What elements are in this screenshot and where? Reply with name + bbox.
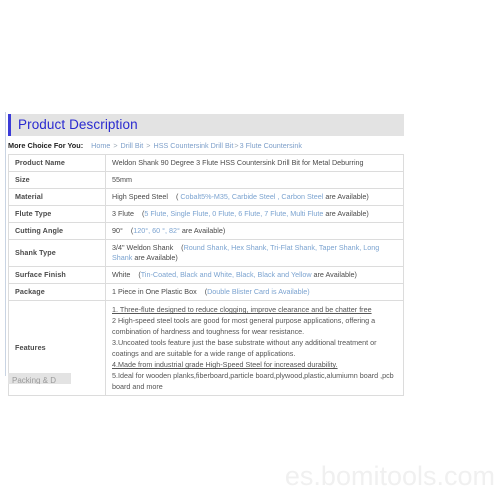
feature-item-5: 5.Ideal for wooden planks,fiberboard,par… [112, 371, 394, 391]
breadcrumb: More Choice For You: Home > Drill Bit > … [8, 140, 404, 151]
spec-value-main: 3/4" Weldon Shank [112, 243, 174, 252]
spec-value-main: 1 Piece in One Plastic Box [112, 287, 197, 296]
spec-key-shank-type: Shank Type [8, 239, 106, 267]
spec-key-size: Size [8, 171, 106, 189]
spec-value-flute-type: 3 Flute (5 Flute, Single Flute, 0 Flute, … [105, 205, 404, 223]
spec-value-surface-finish: White (Tin-Coated, Black and White, Black… [105, 266, 404, 284]
breadcrumb-item-hss-countersink-drill-bit[interactable]: HSS Countersink Drill Bit [154, 141, 234, 150]
table-row: Cutting Angle 90° (120°, 60 °, 82° are Av… [8, 222, 404, 240]
table-row: Size 55mm [8, 171, 404, 189]
next-section-header-label: Packing & D [12, 376, 57, 385]
product-description-content: Product Description More Choice For You:… [8, 114, 404, 396]
spec-value-size: 55mm [105, 171, 404, 189]
spec-key-product-name: Product Name [8, 154, 106, 172]
table-row: Product Name Weldon Shank 90 Degree 3 Fl… [8, 154, 404, 172]
spec-alt-suffix: are Available) [132, 253, 178, 262]
spec-value-alternatives: 5 Flute, Single Flute, 0 Flute, 6 Flute,… [144, 209, 324, 218]
spec-key-package: Package [8, 283, 106, 301]
product-description-page: Product Description More Choice For You:… [0, 0, 500, 500]
breadcrumb-label: More Choice For You: [8, 141, 84, 150]
spec-alt-suffix: are Available) [179, 226, 226, 235]
spec-value-main: 55mm [112, 175, 132, 184]
feature-item-2: 2 High-speed steel tools are good for mo… [112, 316, 376, 336]
next-section-header-cutoff: Packing & D [8, 373, 71, 384]
feature-item-3: 3.Uncoated tools feature just the base s… [112, 338, 377, 358]
table-row: Shank Type 3/4" Weldon Shank (Round Shank… [8, 239, 404, 267]
page-title: Product Description [18, 117, 138, 132]
spec-value-main: Weldon Shank 90 Degree 3 Flute HSS Count… [112, 158, 364, 167]
site-watermark: es.bomitools.com [284, 461, 495, 491]
spec-value-product-name: Weldon Shank 90 Degree 3 Flute HSS Count… [105, 154, 404, 172]
table-row: Surface Finish White (Tin-Coated, Black a… [8, 266, 404, 284]
spec-value-main: 3 Flute [112, 209, 134, 218]
spec-value-features: 1. Three-flute designed to reduce cloggi… [105, 300, 404, 396]
spec-key-cutting-angle: Cutting Angle [8, 222, 106, 240]
spec-value-main: High Speed Steel [112, 192, 168, 201]
spec-value-main: White [112, 270, 131, 279]
spec-value-alternatives: 120°, 60 °, 82° [133, 226, 180, 235]
spec-value-cutting-angle: 90° (120°, 60 °, 82° are Available) [105, 222, 404, 240]
table-row: Material High Speed Steel( Cobalt5%-M35,… [8, 188, 404, 206]
table-row: Package 1 Piece in One Plastic Box (Doubl… [8, 283, 404, 301]
breadcrumb-item-3-flute-countersink[interactable]: 3 Flute Countersink [240, 141, 302, 150]
spec-value-alternatives: Double Blister Card is Available) [207, 287, 310, 296]
spec-alt-suffix: are Available) [323, 209, 369, 218]
product-spec-table: Product Name Weldon Shank 90 Degree 3 Fl… [8, 154, 404, 396]
feature-item-1: 1. Three-flute designed to reduce cloggi… [112, 305, 372, 314]
spec-value-alternatives: Cobalt5%-M35, Carbide Steel , Carbon Ste… [180, 192, 324, 201]
section-header: Product Description [8, 114, 404, 136]
breadcrumb-separator-1: > [113, 141, 118, 150]
spec-value-shank-type: 3/4" Weldon Shank (Round Shank, Hex Shank… [105, 239, 404, 267]
breadcrumb-item-drill-bit[interactable]: Drill Bit [121, 141, 144, 150]
breadcrumb-item-home[interactable]: Home [91, 141, 110, 150]
spec-table-body: Product Name Weldon Shank 90 Degree 3 Fl… [8, 154, 404, 396]
spec-value-main: 90° [112, 226, 123, 235]
spec-key-surface-finish: Surface Finish [8, 266, 106, 284]
spec-key-material: Material [8, 188, 106, 206]
spec-value-alternatives: Tin-Coated, Black and White, Black, Blac… [140, 270, 312, 279]
left-accent-rail [5, 112, 6, 376]
table-row: Flute Type 3 Flute (5 Flute, Single Flute… [8, 205, 404, 223]
spec-alt-suffix: are Available) [323, 192, 369, 201]
spec-value-package: 1 Piece in One Plastic Box (Double Bliste… [105, 283, 404, 301]
spec-key-flute-type: Flute Type [8, 205, 106, 223]
breadcrumb-separator-2: > [146, 141, 151, 150]
spec-value-material: High Speed Steel( Cobalt5%-M35, Carbide … [105, 188, 404, 206]
spec-alt-suffix: are Available) [311, 270, 357, 279]
feature-item-4: 4.Made from industrial grade High-Speed … [112, 360, 338, 369]
